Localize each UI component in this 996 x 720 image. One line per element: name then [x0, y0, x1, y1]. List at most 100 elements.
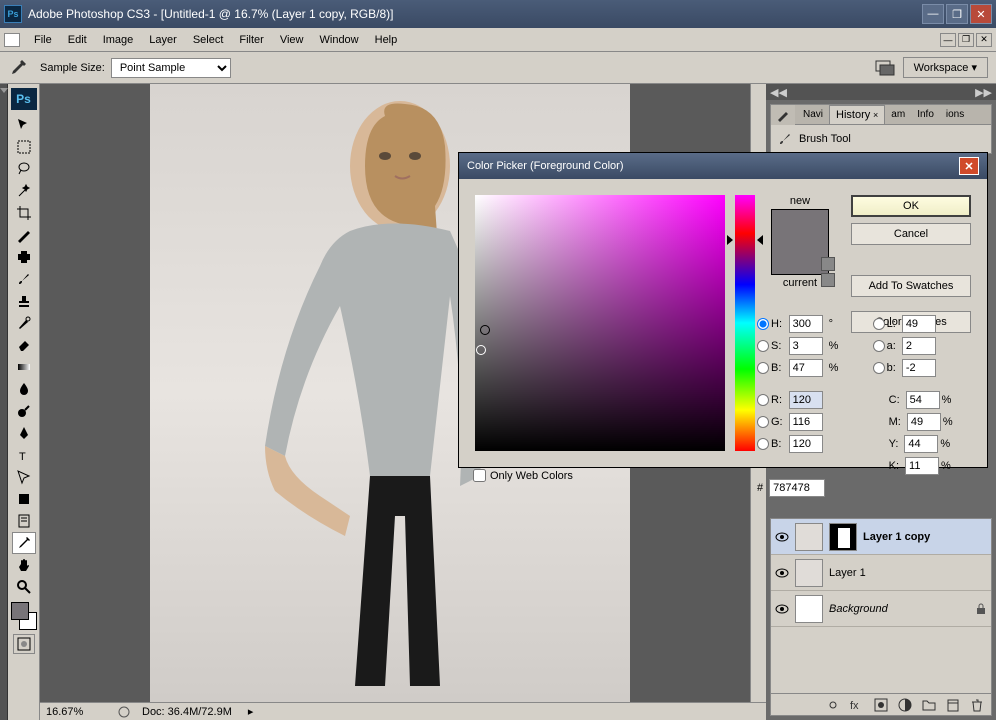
- visibility-icon[interactable]: [775, 530, 789, 544]
- add-swatch-button[interactable]: Add To Swatches: [851, 275, 971, 297]
- history-brush-tool[interactable]: [12, 312, 36, 334]
- link-icon[interactable]: [825, 697, 841, 713]
- trash-icon[interactable]: [969, 697, 985, 713]
- minimize-button[interactable]: —: [922, 4, 944, 24]
- tab-history[interactable]: History ×: [829, 105, 885, 124]
- layer-name[interactable]: Layer 1: [829, 567, 987, 579]
- path-tool[interactable]: [12, 466, 36, 488]
- move-tool[interactable]: [12, 114, 36, 136]
- sat-radio[interactable]: [757, 340, 769, 352]
- maximize-button[interactable]: ❐: [946, 4, 968, 24]
- sample-size-select[interactable]: Point Sample: [111, 58, 231, 78]
- l-input[interactable]: [902, 315, 936, 333]
- panel-collapse-right-icon[interactable]: ▶▶: [975, 86, 992, 99]
- r-radio[interactable]: [757, 394, 769, 406]
- dodge-tool[interactable]: [12, 400, 36, 422]
- healing-tool[interactable]: [12, 246, 36, 268]
- workspace-button[interactable]: Workspace ▾: [903, 57, 988, 78]
- hue-slider[interactable]: [735, 195, 755, 451]
- a-radio[interactable]: [873, 340, 885, 352]
- c-input[interactable]: [906, 391, 940, 409]
- hue-radio[interactable]: [757, 318, 769, 330]
- bv-input[interactable]: [789, 435, 823, 453]
- web-colors-checkbox[interactable]: [473, 469, 486, 482]
- tab-actions[interactable]: ions: [940, 106, 970, 123]
- hex-input[interactable]: [769, 479, 825, 497]
- menu-file[interactable]: File: [26, 31, 60, 49]
- eyedropper-tool[interactable]: [12, 532, 36, 554]
- color-picker-ring[interactable]: [480, 325, 490, 335]
- b-radio[interactable]: [873, 362, 885, 374]
- layer-thumbnail[interactable]: [795, 523, 823, 551]
- fx-icon[interactable]: fx: [849, 697, 865, 713]
- bright-input[interactable]: [789, 359, 823, 377]
- crop-tool[interactable]: [12, 202, 36, 224]
- notes-tool[interactable]: [12, 510, 36, 532]
- cancel-button[interactable]: Cancel: [851, 223, 971, 245]
- layer-name[interactable]: Layer 1 copy: [863, 531, 987, 543]
- zoom-tool[interactable]: [12, 576, 36, 598]
- doc-maximize-button[interactable]: ❐: [958, 33, 974, 47]
- stamp-tool[interactable]: [12, 290, 36, 312]
- menu-window[interactable]: Window: [312, 31, 367, 49]
- new-layer-icon[interactable]: [945, 697, 961, 713]
- color-swatches[interactable]: [11, 602, 37, 630]
- tab-navigator[interactable]: Navi: [797, 106, 829, 123]
- type-tool[interactable]: T: [12, 444, 36, 466]
- brush-tool[interactable]: [12, 268, 36, 290]
- dialog-close-button[interactable]: ✕: [959, 157, 979, 175]
- g-radio[interactable]: [757, 416, 769, 428]
- menu-edit[interactable]: Edit: [60, 31, 95, 49]
- quickmask-button[interactable]: [13, 634, 35, 654]
- layer-thumbnail[interactable]: [795, 559, 823, 587]
- menu-filter[interactable]: Filter: [231, 31, 271, 49]
- doc-close-button[interactable]: ✕: [976, 33, 992, 47]
- bv-radio[interactable]: [757, 438, 769, 450]
- tab-info[interactable]: Info: [911, 106, 940, 123]
- history-item[interactable]: Brush Tool: [775, 129, 987, 149]
- new-color-swatch[interactable]: [772, 210, 828, 242]
- wand-tool[interactable]: [12, 180, 36, 202]
- layer-row[interactable]: Background: [771, 591, 991, 627]
- menu-help[interactable]: Help: [367, 31, 406, 49]
- layer-thumbnail[interactable]: [795, 595, 823, 623]
- menu-layer[interactable]: Layer: [141, 31, 185, 49]
- ok-button[interactable]: OK: [851, 195, 971, 217]
- folder-icon[interactable]: [921, 697, 937, 713]
- b-input[interactable]: [902, 359, 936, 377]
- bright-radio[interactable]: [757, 362, 769, 374]
- hue-input[interactable]: [789, 315, 823, 333]
- dialog-titlebar[interactable]: Color Picker (Foreground Color) ✕: [459, 153, 987, 179]
- gradient-tool[interactable]: [12, 356, 36, 378]
- g-input[interactable]: [789, 413, 823, 431]
- sat-input[interactable]: [789, 337, 823, 355]
- visibility-icon[interactable]: [775, 602, 789, 616]
- adjustment-icon[interactable]: [897, 697, 913, 713]
- shape-tool[interactable]: [12, 488, 36, 510]
- menu-view[interactable]: View: [272, 31, 312, 49]
- collapse-arrow-icon[interactable]: [0, 88, 8, 93]
- visibility-icon[interactable]: [775, 566, 789, 580]
- hand-tool[interactable]: [12, 554, 36, 576]
- blur-tool[interactable]: [12, 378, 36, 400]
- panel-collapse-left-icon[interactable]: ◀◀: [770, 86, 787, 99]
- color-field[interactable]: [475, 195, 725, 451]
- warning-icon[interactable]: [821, 257, 835, 271]
- menu-select[interactable]: Select: [185, 31, 232, 49]
- m-input[interactable]: [907, 413, 941, 431]
- mask-icon[interactable]: [873, 697, 889, 713]
- eraser-tool[interactable]: [12, 334, 36, 356]
- l-radio[interactable]: [873, 318, 885, 330]
- pen-tool[interactable]: [12, 422, 36, 444]
- tab-histogram[interactable]: am: [885, 106, 911, 123]
- layer-name[interactable]: Background: [829, 603, 969, 615]
- layer-row[interactable]: Layer 1: [771, 555, 991, 591]
- layer-row[interactable]: Layer 1 copy: [771, 519, 991, 555]
- zoom-level[interactable]: 16.67%: [46, 706, 106, 718]
- menu-image[interactable]: Image: [95, 31, 142, 49]
- panel-options-icon[interactable]: [771, 105, 795, 125]
- r-input[interactable]: [789, 391, 823, 409]
- marquee-tool[interactable]: [12, 136, 36, 158]
- slice-tool[interactable]: [12, 224, 36, 246]
- screen-mode-icon[interactable]: [875, 60, 895, 76]
